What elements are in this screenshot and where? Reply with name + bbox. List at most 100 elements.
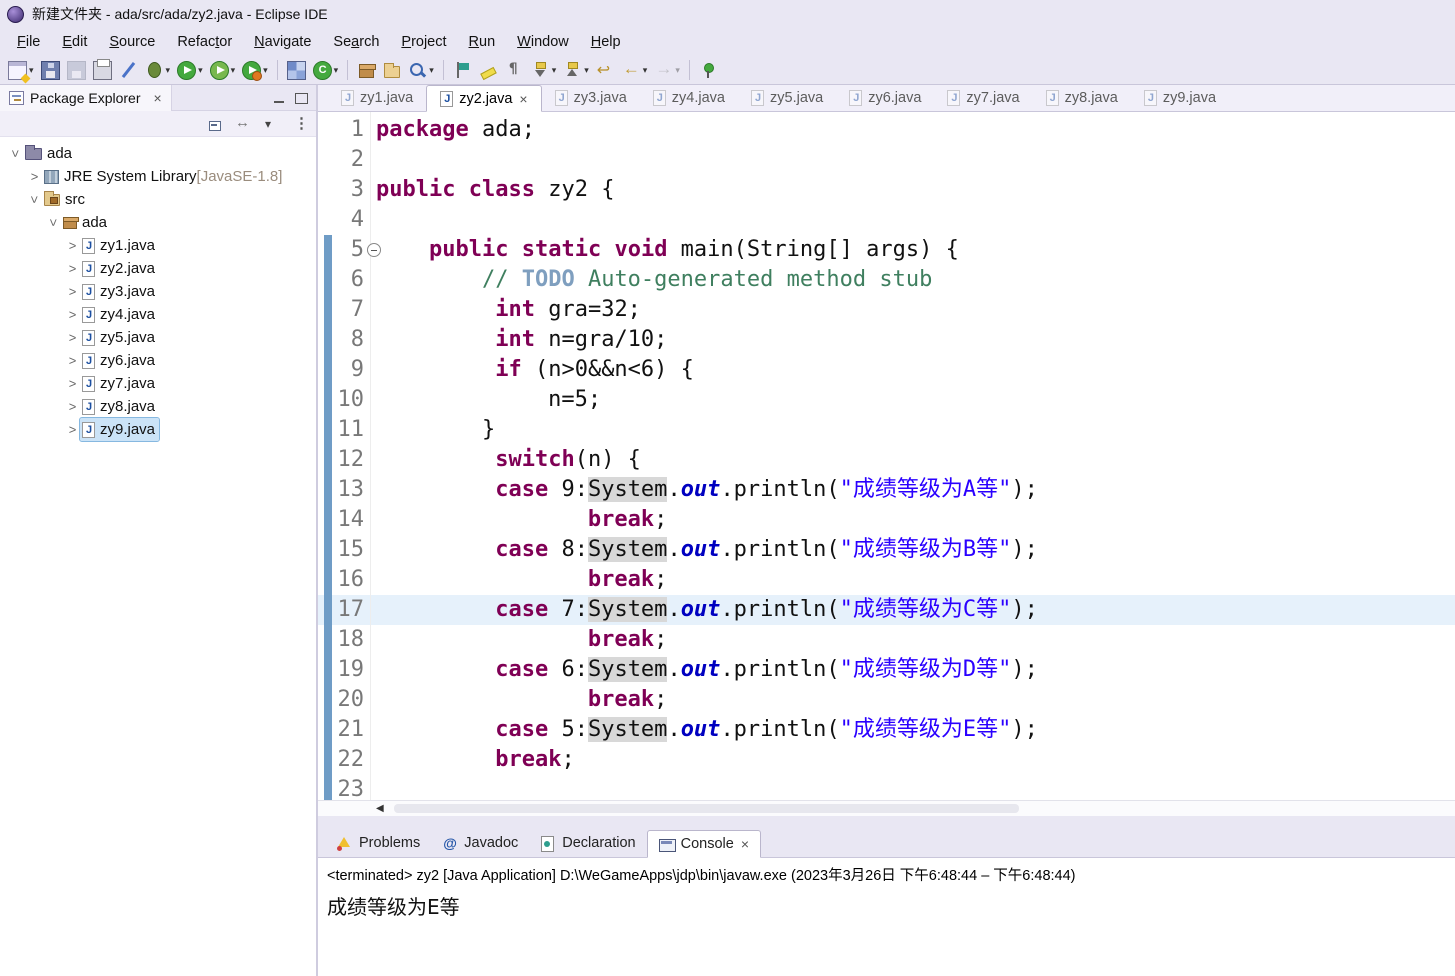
tree-item-zy1-java[interactable]: > zy1.java: [0, 234, 316, 257]
maximize-view-button[interactable]: [292, 89, 310, 107]
tree-item-zy3-java[interactable]: > zy3.java: [0, 280, 316, 303]
tree-item-zy8-java[interactable]: > zy8.java: [0, 395, 316, 418]
view-menu-button[interactable]: [261, 115, 279, 133]
panel-tab-problems[interactable]: Problems: [326, 829, 431, 857]
fold-collapse-icon[interactable]: [367, 243, 381, 257]
collapse-arrow-icon[interactable]: >: [23, 192, 46, 207]
menu-refactor[interactable]: Refactor: [166, 31, 243, 53]
expand-arrow-icon[interactable]: >: [27, 165, 42, 188]
editor-tab-zy2-java[interactable]: zy2.java ×: [426, 85, 542, 112]
code-line-22[interactable]: 22 break;: [318, 745, 1455, 775]
collapse-arrow-icon[interactable]: >: [42, 215, 65, 230]
dropdown-arrow-icon[interactable]: ▾: [584, 65, 589, 76]
menu-project[interactable]: Project: [390, 31, 457, 53]
tree-item-ada[interactable]: > ada: [0, 142, 316, 165]
code-line-16[interactable]: 16 break;: [318, 565, 1455, 595]
code-line-18[interactable]: 18 break;: [318, 625, 1455, 655]
tree-item-zy7-java[interactable]: > zy7.java: [0, 372, 316, 395]
menu-run[interactable]: Run: [458, 31, 507, 53]
menu-file[interactable]: File: [6, 31, 51, 53]
expand-arrow-icon[interactable]: >: [65, 372, 80, 395]
editor-tab-zy9-java[interactable]: zy9.java: [1131, 84, 1229, 111]
last-edit-location-button[interactable]: [593, 57, 618, 83]
console-output[interactable]: 成绩等级为E等: [318, 887, 1455, 924]
line-number[interactable]: 2: [318, 145, 364, 175]
code-line-19[interactable]: 19 case 6:System.out.println("成绩等级为D等");: [318, 655, 1455, 685]
link-with-editor-button[interactable]: [234, 114, 252, 133]
tree-item-zy6-java[interactable]: > zy6.java: [0, 349, 316, 372]
expand-arrow-icon[interactable]: >: [65, 257, 80, 280]
profile-button[interactable]: ▾: [239, 57, 271, 83]
editor-body[interactable]: 1 package ada; 2 3 public class zy2 {4 5 publ…: [318, 112, 1455, 800]
panel-tab-console[interactable]: Console ×: [646, 830, 761, 858]
package-explorer-tab[interactable]: Package Explorer ×: [0, 84, 172, 111]
panel-tab-declaration[interactable]: Declaration: [529, 829, 646, 857]
editor-tab-zy4-java[interactable]: zy4.java: [640, 84, 738, 111]
code-line-9[interactable]: 9 if (n>0&&n<6) {: [318, 355, 1455, 385]
expand-arrow-icon[interactable]: >: [65, 303, 80, 326]
editor-tab-zy5-java[interactable]: zy5.java: [738, 84, 836, 111]
debug-button[interactable]: ▾: [142, 57, 174, 83]
code-line-10[interactable]: 10 n=5;: [318, 385, 1455, 415]
code-line-8[interactable]: 8 int n=gra/10;: [318, 325, 1455, 355]
expand-arrow-icon[interactable]: >: [65, 418, 80, 441]
coverage-button[interactable]: ▾: [207, 57, 239, 83]
new-package-button[interactable]: [354, 57, 379, 83]
line-number[interactable]: 4: [318, 205, 364, 235]
code-line-13[interactable]: 13 case 9:System.out.println("成绩等级为A等");: [318, 475, 1455, 505]
code-line-20[interactable]: 20 break;: [318, 685, 1455, 715]
code-line-23[interactable]: 23: [318, 775, 1455, 800]
code-line-4[interactable]: 4: [318, 205, 1455, 235]
close-tab-icon[interactable]: ×: [741, 837, 749, 851]
new-java-class-button[interactable]: ▾: [310, 57, 342, 83]
panel-tab-javadoc[interactable]: Javadoc: [431, 829, 529, 857]
menu-search[interactable]: Search: [322, 31, 390, 53]
editor-tab-zy1-java[interactable]: zy1.java: [328, 84, 426, 111]
forward-button[interactable]: ▾: [651, 57, 683, 83]
pin-editor-button[interactable]: [696, 57, 721, 83]
panel-sash[interactable]: [318, 816, 1455, 830]
next-annotation-button[interactable]: ▾: [528, 57, 560, 83]
close-tab-icon[interactable]: ×: [519, 92, 527, 106]
editor-tab-zy3-java[interactable]: zy3.java: [542, 84, 640, 111]
print-button[interactable]: [90, 57, 115, 83]
open-type-button[interactable]: [380, 57, 404, 83]
dropdown-arrow-icon[interactable]: ▾: [29, 65, 34, 76]
tree-item-zy5-java[interactable]: > zy5.java: [0, 326, 316, 349]
code-line-12[interactable]: 12 switch(n) {: [318, 445, 1455, 475]
code-line-1[interactable]: 1 package ada;: [318, 115, 1455, 145]
menu-window[interactable]: Window: [506, 31, 580, 53]
expand-arrow-icon[interactable]: >: [65, 326, 80, 349]
dropdown-arrow-icon[interactable]: ▾: [429, 65, 434, 76]
code-line-11[interactable]: 11 }: [318, 415, 1455, 445]
dropdown-arrow-icon[interactable]: ▾: [166, 65, 171, 76]
horizontal-scrollbar[interactable]: ◀: [318, 800, 1455, 816]
menu-help[interactable]: Help: [580, 31, 632, 53]
code-line-5[interactable]: 5 public static void main(String[] args)…: [318, 235, 1455, 265]
new-button[interactable]: ▾: [5, 57, 37, 83]
expand-arrow-icon[interactable]: >: [65, 395, 80, 418]
menu-source[interactable]: Source: [98, 31, 166, 53]
back-button[interactable]: ▾: [619, 57, 651, 83]
dropdown-arrow-icon[interactable]: ▾: [643, 65, 648, 76]
tree-item-zy9-java[interactable]: > zy9.java: [0, 417, 316, 442]
dropdown-arrow-icon[interactable]: ▾: [198, 65, 203, 76]
line-number[interactable]: 1: [318, 115, 364, 145]
save-all-button[interactable]: [64, 57, 89, 83]
run-button[interactable]: ▾: [174, 57, 206, 83]
dropdown-arrow-icon[interactable]: ▾: [263, 65, 268, 76]
editor-tab-zy7-java[interactable]: zy7.java: [934, 84, 1032, 111]
expand-arrow-icon[interactable]: >: [65, 234, 80, 257]
collapse-all-button[interactable]: [207, 115, 225, 133]
expand-arrow-icon[interactable]: >: [65, 349, 80, 372]
dropdown-arrow-icon[interactable]: ▾: [231, 65, 236, 76]
search-button[interactable]: ▾: [405, 57, 437, 83]
tree-item-src[interactable]: > src: [0, 188, 316, 211]
code-line-15[interactable]: 15 case 8:System.out.println("成绩等级为B等");: [318, 535, 1455, 565]
skip-all-breakpoints-button[interactable]: [116, 57, 141, 83]
menu-navigate[interactable]: Navigate: [243, 31, 322, 53]
expand-arrow-icon[interactable]: >: [65, 280, 80, 303]
scroll-left-icon[interactable]: ◀: [376, 803, 384, 814]
view-overflow-button[interactable]: [288, 114, 309, 133]
dropdown-arrow-icon[interactable]: ▾: [552, 65, 557, 76]
